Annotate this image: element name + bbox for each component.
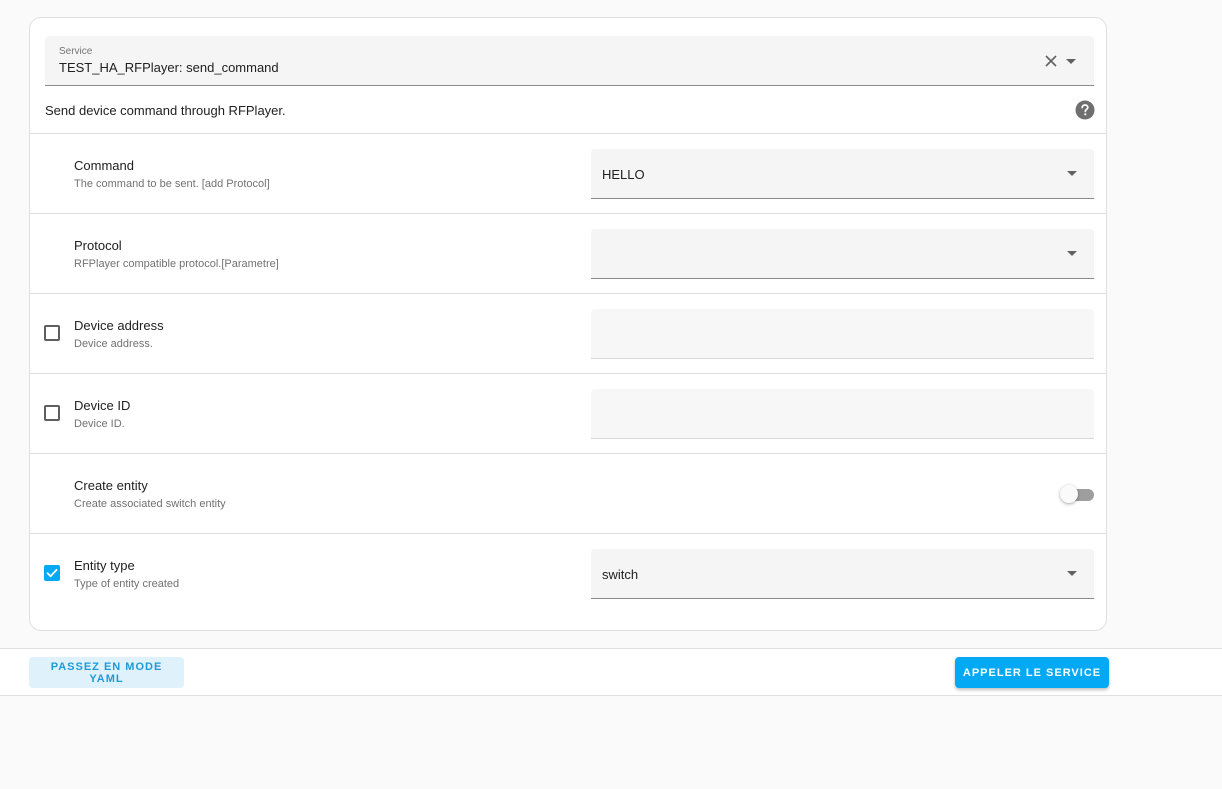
field-title: Command	[74, 158, 134, 173]
entity-type-checkbox[interactable]	[44, 565, 60, 581]
field-title: Device address	[74, 318, 164, 333]
field-description: Type of entity created	[74, 578, 180, 590]
device-id-input[interactable]	[591, 389, 1094, 438]
chevron-down-icon[interactable]	[1066, 59, 1076, 64]
service-picker-label: Service	[59, 46, 93, 57]
action-footer: PASSEZ EN MODE YAML APPELER LE SERVICE	[0, 648, 1222, 696]
field-row-create-entity: Create entity Create associated switch e…	[30, 453, 1106, 533]
check-icon	[46, 568, 58, 578]
device-address-checkbox[interactable]	[44, 325, 60, 341]
service-description: Send device command through RFPlayer.	[45, 103, 286, 118]
field-title: Entity type	[74, 558, 135, 573]
command-select-value: HELLO	[602, 167, 645, 182]
field-description: Create associated switch entity	[74, 498, 226, 510]
field-row-protocol: Protocol RFPlayer compatible protocol.[P…	[30, 213, 1106, 293]
device-id-checkbox[interactable]	[44, 405, 60, 421]
service-picker-value: TEST_HA_RFPlayer: send_command	[59, 60, 279, 75]
field-description: Device ID.	[74, 418, 125, 430]
protocol-select[interactable]	[591, 229, 1094, 279]
field-description: The command to be sent. [add Protocol]	[74, 178, 270, 190]
chevron-down-icon	[1067, 171, 1077, 176]
command-select[interactable]: HELLO	[591, 149, 1094, 199]
entity-type-select-value: switch	[602, 567, 639, 582]
field-row-device-address: Device address Device address.	[30, 293, 1106, 373]
call-service-button[interactable]: APPELER LE SERVICE	[955, 657, 1109, 688]
toggle-thumb	[1060, 485, 1078, 503]
help-circle-icon[interactable]	[1075, 100, 1095, 120]
service-form-card: Service TEST_HA_RFPlayer: send_command S…	[29, 17, 1107, 631]
chevron-down-icon	[1067, 571, 1077, 576]
close-icon[interactable]	[1045, 55, 1057, 67]
service-picker[interactable]: Service TEST_HA_RFPlayer: send_command	[45, 36, 1094, 86]
field-title: Protocol	[74, 238, 122, 253]
field-description: Device address.	[74, 338, 153, 350]
field-row-command: Command The command to be sent. [add Pro…	[30, 133, 1106, 213]
field-title: Create entity	[74, 478, 148, 493]
field-row-entity-type: Entity type Type of entity created switc…	[30, 533, 1106, 613]
device-address-field[interactable]	[591, 309, 1094, 359]
device-id-field[interactable]	[591, 389, 1094, 439]
yaml-mode-button[interactable]: PASSEZ EN MODE YAML	[29, 657, 184, 688]
field-title: Device ID	[74, 398, 131, 413]
create-entity-toggle[interactable]	[1060, 483, 1096, 505]
field-description: RFPlayer compatible protocol.[Parametre]	[74, 258, 279, 270]
chevron-down-icon	[1067, 251, 1077, 256]
entity-type-select[interactable]: switch	[591, 549, 1094, 599]
device-address-input[interactable]	[591, 309, 1094, 358]
field-row-device-id: Device ID Device ID.	[30, 373, 1106, 453]
